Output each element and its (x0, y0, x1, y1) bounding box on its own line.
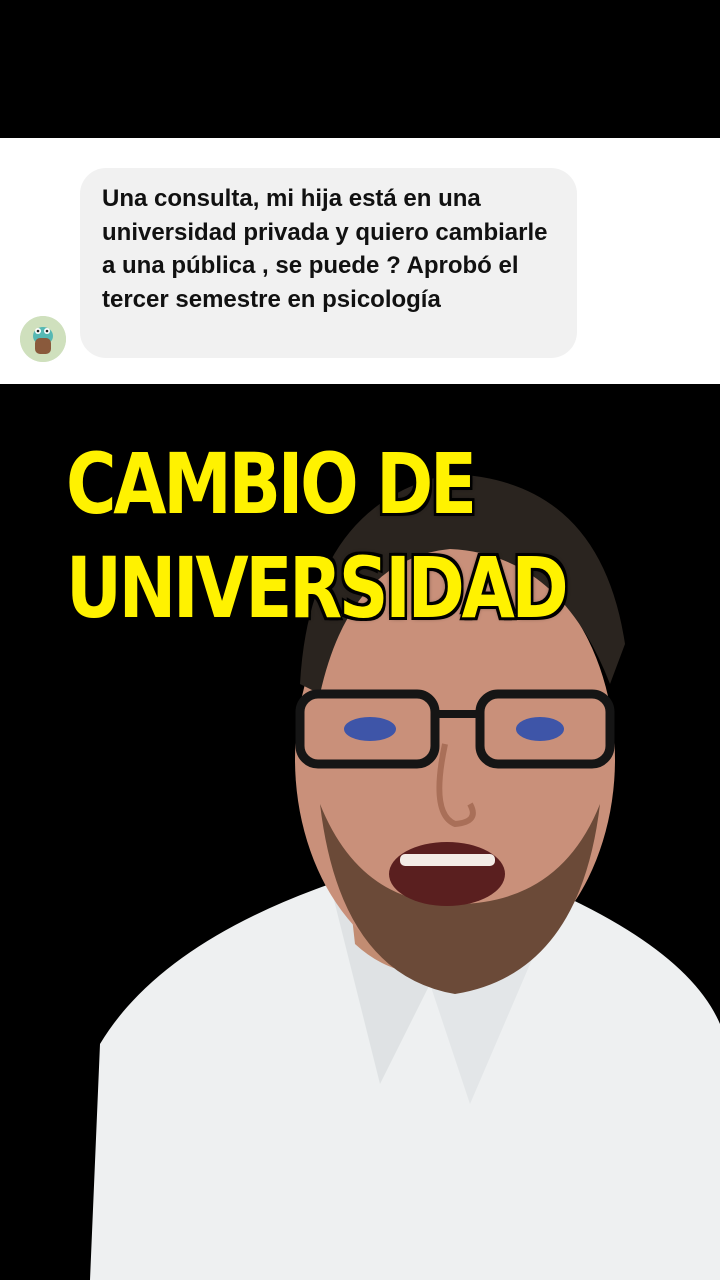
caption-line-2: UNIVERSIDAD (66, 539, 569, 637)
comment-bubble[interactable]: Una consulta, mi hija está en una univer… (80, 168, 577, 358)
top-black-bar (0, 0, 720, 138)
comment-text: Una consulta, mi hija está en una univer… (102, 185, 548, 313)
comment-reply-card: Una consulta, mi hija está en una univer… (0, 138, 720, 384)
avatar-icon (20, 316, 66, 362)
video-title-caption: CAMBIO DE UNIVERSIDAD (66, 432, 574, 640)
commenter-avatar[interactable] (20, 316, 66, 362)
caption-line-1: CAMBIO DE (66, 435, 477, 533)
